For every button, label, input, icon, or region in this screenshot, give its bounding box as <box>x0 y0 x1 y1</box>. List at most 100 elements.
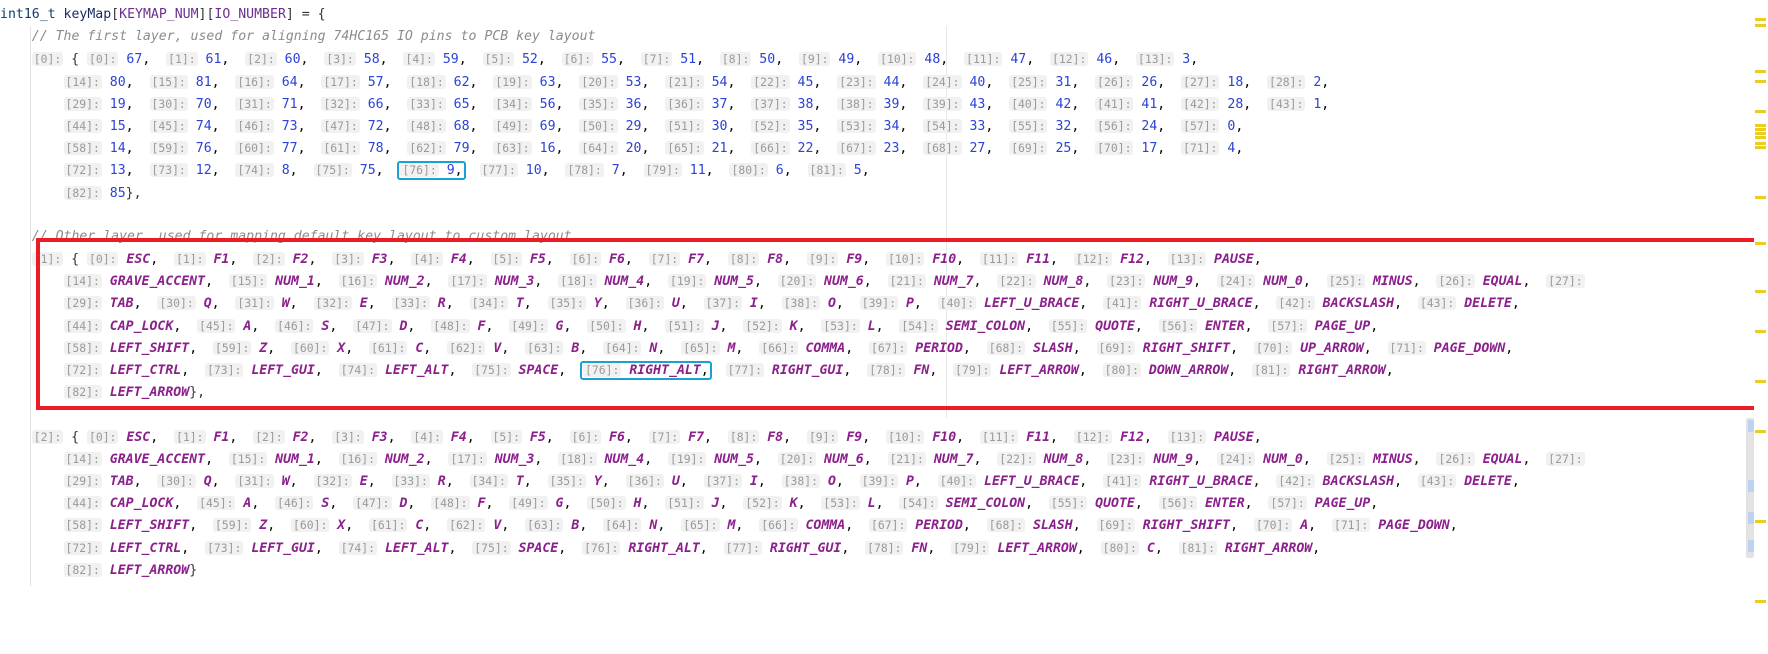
code-line[interactable] <box>0 403 1768 425</box>
inlay-index-hint: [46]: <box>235 118 274 133</box>
inlay-index-hint: [48]: <box>407 118 446 133</box>
inlay-index-hint: [77]: <box>725 363 764 377</box>
overview-ruler-mark <box>1755 146 1766 149</box>
inlay-index-hint: [74]: <box>338 540 377 555</box>
keymap-symbol: LEFT_CTRL <box>109 363 182 378</box>
inlay-index-hint: [78]: <box>865 540 904 555</box>
code-line[interactable]: [72]: 13, [73]: 12, [74]: 8, [75]: 75, [… <box>0 159 1768 181</box>
inlay-index-hint: [23]: <box>837 74 876 89</box>
code-line[interactable]: [82]: LEFT_ARROW}, <box>0 381 1768 403</box>
keymap-value: 53 <box>625 74 642 90</box>
code-line[interactable]: [44]: CAP_LOCK, [45]: A, [46]: S, [47]: … <box>0 315 1768 337</box>
overview-ruler-mark <box>1755 330 1766 333</box>
keymap-symbol: SPACE <box>518 540 559 556</box>
inlay-index-hint: [20]: <box>579 74 618 89</box>
keymap-symbol: NUM_0 <box>1263 451 1303 467</box>
code-line[interactable]: // Other layer, used for mapping default… <box>0 226 1768 248</box>
code-line[interactable]: [29]: 19, [30]: 70, [31]: 71, [32]: 66, … <box>0 93 1768 115</box>
inlay-index-hint: [29]: <box>63 473 102 488</box>
keymap-symbol: SEMI_COLON <box>945 318 1026 334</box>
scrollbar-occurrence-mark <box>1748 512 1754 524</box>
code-line[interactable]: [1]: { [0]: ESC, [1]: F1, [2]: F2, [3]: … <box>0 248 1768 270</box>
keymap-symbol: COMMA <box>805 518 846 534</box>
code-editor[interactable]: int16_t keyMap[KEYMAP_NUM][IO_NUMBER] = … <box>0 0 1768 654</box>
keymap-symbol: I <box>749 296 758 312</box>
inlay-index-hint: [35]: <box>579 96 618 111</box>
keymap-symbol: LEFT_ARROW <box>997 540 1077 556</box>
code-line[interactable]: int16_t keyMap[KEYMAP_NUM][IO_NUMBER] = … <box>0 4 1768 26</box>
inlay-index-hint: [41]: <box>1095 96 1134 111</box>
inlay-index-hint: [60]: <box>291 518 330 533</box>
inlay-index-hint: [10]: <box>886 252 925 267</box>
code-line[interactable]: [82]: 85}, <box>0 182 1768 204</box>
code-line[interactable] <box>0 204 1768 226</box>
code-line[interactable]: [14]: 80, [15]: 81, [16]: 64, [17]: 57, … <box>0 71 1768 93</box>
code-line[interactable]: [2]: { [0]: ESC, [1]: F1, [2]: F2, [3]: … <box>0 426 1768 448</box>
inlay-index-hint: [20]: <box>777 274 817 289</box>
inlay-index-hint: [32]: <box>313 473 352 488</box>
code-line[interactable]: [72]: LEFT_CTRL, [73]: LEFT_GUI, [74]: L… <box>0 537 1768 559</box>
keymap-symbol: DELETE <box>1464 296 1512 312</box>
code-line[interactable]: [58]: 14, [59]: 76, [60]: 77, [61]: 78, … <box>0 137 1768 159</box>
keymap-symbol: E <box>359 473 368 489</box>
keymap-symbol: S <box>321 496 330 512</box>
code-line[interactable]: [58]: LEFT_SHIFT, [59]: Z, [60]: X, [61]… <box>0 337 1768 359</box>
keymap-value: 56 <box>539 96 556 112</box>
code-line[interactable]: [44]: CAP_LOCK, [45]: A, [46]: S, [47]: … <box>0 492 1768 514</box>
keymap-symbol: FN <box>913 363 930 378</box>
inlay-index-hint: [4]: <box>411 252 443 267</box>
keymap-symbol: NUM_8 <box>1043 451 1084 467</box>
code-line[interactable]: [29]: TAB, [30]: Q, [31]: W, [32]: E, [3… <box>0 470 1768 492</box>
inlay-index-hint: [17]: <box>321 74 360 89</box>
inlay-index-hint: [21]: <box>887 274 926 289</box>
inlay-index-hint: [22]: <box>997 451 1036 466</box>
code-line[interactable]: [82]: LEFT_ARROW} <box>0 559 1768 581</box>
inlay-index-hint: [63]: <box>525 518 564 533</box>
inlay-index-hint: [64]: <box>603 518 642 533</box>
code-line[interactable]: [44]: 15, [45]: 74, [46]: 73, [47]: 72, … <box>0 115 1768 137</box>
inlay-index-hint: [3]: <box>332 252 364 267</box>
inlay-index-hint: [7]: <box>640 52 673 67</box>
keymap-symbol: MINUS <box>1372 274 1413 290</box>
keymap-symbol: NUM_6 <box>824 274 864 290</box>
inlay-index-hint: [24]: <box>923 74 962 89</box>
inlay-index-hint: [79]: <box>643 163 682 178</box>
code-line[interactable]: // The first layer, used for aligning 74… <box>0 26 1768 48</box>
find-match-highlight[interactable]: [76]: RIGHT_ALT, <box>580 361 712 380</box>
keymap-symbol: F4 <box>450 429 467 445</box>
code-line[interactable]: [0]: { [0]: 67, [1]: 61, [2]: 60, [3]: 5… <box>0 48 1768 70</box>
keymap-value: 62 <box>453 74 470 90</box>
code-content[interactable]: int16_t keyMap[KEYMAP_NUM][IO_NUMBER] = … <box>0 0 1768 581</box>
inlay-index-hint: [14]: <box>63 74 102 89</box>
keymap-symbol: RIGHT_U_BRACE <box>1149 296 1253 312</box>
inlay-index-hint: [69]: <box>1096 340 1135 355</box>
keymap-symbol: LEFT_SHIFT <box>109 340 190 356</box>
inlay-index-hint: [16]: <box>338 274 377 289</box>
keymap-symbol: GRAVE_ACCENT <box>109 451 206 467</box>
keymap-value: 72 <box>367 118 384 134</box>
code-line[interactable]: [58]: LEFT_SHIFT, [59]: Z, [60]: X, [61]… <box>0 514 1768 536</box>
inlay-index-hint: [21]: <box>887 451 926 466</box>
find-match-highlight[interactable]: [76]: 9, <box>397 161 466 181</box>
inlay-index-hint: [67]: <box>869 518 908 533</box>
inlay-index-hint: [37]: <box>703 296 742 311</box>
keymap-value: 71 <box>281 96 298 112</box>
keymap-symbol: EQUAL <box>1482 451 1523 467</box>
inlay-index-hint: [60]: <box>291 340 330 355</box>
overview-ruler[interactable] <box>1754 0 1768 654</box>
inlay-index-hint: [49]: <box>493 118 532 133</box>
inlay-index-hint: [61]: <box>321 141 360 156</box>
keymap-symbol: LEFT_SHIFT <box>109 518 190 534</box>
keymap-symbol: F10 <box>932 252 957 268</box>
code-line[interactable]: [29]: TAB, [30]: Q, [31]: W, [32]: E, [3… <box>0 292 1768 314</box>
code-line[interactable]: [14]: GRAVE_ACCENT, [15]: NUM_1, [16]: N… <box>0 270 1768 292</box>
inlay-index-hint: [8]: <box>727 252 760 267</box>
inlay-index-hint: [51]: <box>665 118 704 133</box>
keymap-symbol: D <box>399 496 408 512</box>
overview-ruler-mark <box>1755 136 1766 139</box>
code-line[interactable]: [72]: LEFT_CTRL, [73]: LEFT_GUI, [74]: L… <box>0 359 1768 381</box>
keymap-value: 43 <box>969 96 986 112</box>
code-line[interactable]: [14]: GRAVE_ACCENT, [15]: NUM_1, [16]: N… <box>0 448 1768 470</box>
keymap-symbol: F11 <box>1026 429 1051 445</box>
inlay-index-hint: [80]: <box>1102 363 1141 377</box>
